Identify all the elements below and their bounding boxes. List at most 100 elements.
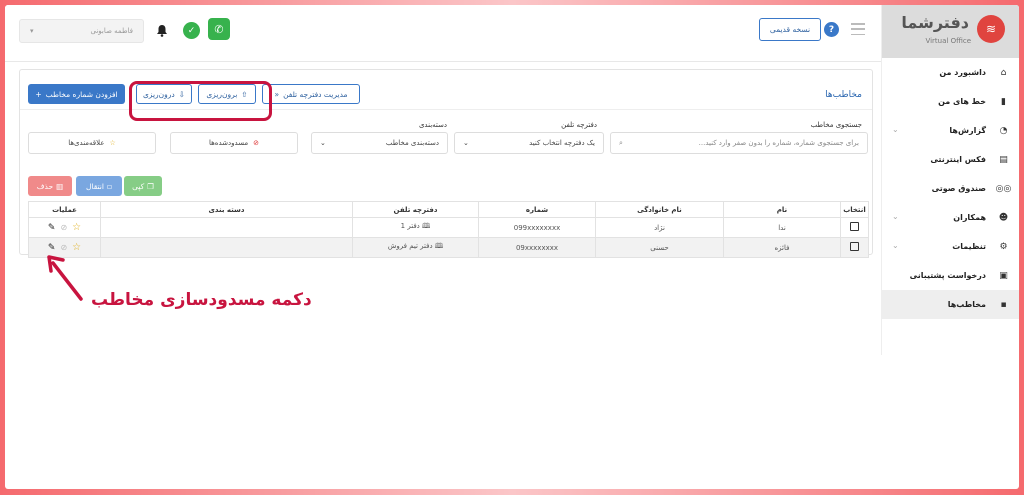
row-checkbox-cell (840, 237, 869, 258)
number-cell: 099xxxxxxxx (478, 217, 596, 238)
phonebook-select[interactable]: یک دفترچه انتخاب کنید ⌄ (454, 132, 604, 154)
star-icon: ☆ (109, 139, 116, 147)
bell-icon[interactable] (155, 23, 169, 37)
voicemail-icon: ◎◎ (995, 183, 1012, 194)
logo-text: دفترشما (901, 13, 969, 32)
phonebook-cell: 🕮 دفتر تیم فروش (352, 237, 479, 258)
contacts-table: انتخاب نام نام خانوادگی شماره دفترچه تلف… (28, 201, 869, 258)
edit-icon[interactable]: ✎ (48, 223, 56, 233)
chevron-down-icon: ⌄ (463, 139, 469, 147)
sidebar-item-reports[interactable]: ⌄ گزارش‌ها ◔ (882, 116, 1019, 145)
column-header: عملیات (28, 201, 101, 218)
move-label: انتقال (85, 181, 104, 191)
column-header[interactable]: نام (723, 201, 841, 218)
category-label: دسته‌بندی (418, 121, 447, 129)
block-icon[interactable]: ⊘ (60, 223, 67, 232)
manage-phonebook-label: مدیریت دفترچه تلفن (283, 89, 348, 99)
phonebook-cell: 🕮 دفتر 1 (352, 217, 479, 238)
sidebar-item-voicemail[interactable]: صندوق صوتی ◎◎ (882, 174, 1019, 203)
top-header: فاطمه صابونی ▾ ✓ ✆ نسخه قدیمی ? (5, 5, 881, 62)
delete-button[interactable]: حذف ▥ (28, 176, 72, 196)
favorite-star-icon[interactable]: ☆ (72, 222, 81, 233)
app-frame: فاطمه صابونی ▾ ✓ ✆ نسخه قدیمی ? دفترشما … (5, 5, 1019, 489)
manage-phonebook-button[interactable]: » مدیریت دفترچه تلفن (262, 84, 360, 104)
sidebar-item-label: خط های من (938, 97, 986, 106)
edit-icon[interactable]: ✎ (48, 243, 56, 253)
copy-button[interactable]: کپی ❐ (124, 176, 162, 196)
move-icon: ▫ (106, 181, 113, 191)
chevron-down-icon: ⌄ (320, 139, 326, 147)
sidebar-item-fax[interactable]: فکس اینترنتی ▤ (882, 145, 1019, 174)
annotation-label: دکمه مسدودسازی مخاطب (91, 290, 312, 310)
sidebar-item-contacts[interactable]: مخاطب‌ها ▪ (882, 290, 1019, 319)
chevron-down-icon: ⌄ (892, 125, 899, 134)
user-menu[interactable]: فاطمه صابونی ▾ (19, 19, 144, 43)
row-checkbox[interactable] (850, 242, 859, 251)
sidebar-item-label: داشبورد من (939, 68, 986, 77)
contact-icon: ▪ (1000, 299, 1007, 310)
ticket-icon: ▣ (999, 270, 1008, 281)
add-contact-label: افزودن شماره مخاطب (45, 89, 118, 99)
first-name-cell: ندا (723, 217, 841, 238)
row-checkbox[interactable] (850, 222, 859, 231)
chevron-down-icon: ⌄ (892, 241, 899, 250)
panel-header: مخاطب‌ها + افزودن شماره مخاطب درون‌ریزی … (20, 76, 872, 121)
blocked-filter-label: مسدودشده‌ها (208, 139, 249, 147)
column-header[interactable]: دفترچه تلفن (352, 201, 479, 218)
search-label: جستجوی مخاطب (810, 121, 862, 129)
annotation-highlight-box (129, 81, 272, 121)
sidebar-item-support[interactable]: درخواست پشتیبانی ▣ (882, 261, 1019, 290)
home-icon: ⌂ (1000, 67, 1007, 78)
favorites-filter-label: علاقه‌مندی‌ها (68, 139, 105, 147)
help-icon[interactable]: ? (824, 22, 839, 37)
block-icon[interactable]: ⊘ (60, 243, 67, 252)
move-button[interactable]: انتقال ▫ (76, 176, 122, 196)
sidebar-item-lines[interactable]: خط های من ▮ (882, 87, 1019, 116)
logo-subtitle: Virtual Office (925, 37, 971, 45)
chevron-down-icon: ⌄ (892, 212, 899, 221)
sidebar-item-dashboard[interactable]: داشبورد من ⌂ (882, 58, 1019, 87)
ban-icon: ⊘ (253, 139, 260, 147)
book-icon: 🕮 (434, 242, 444, 250)
phonebook-select-value: یک دفترچه انتخاب کنید (529, 139, 595, 147)
sidebar-item-label: درخواست پشتیبانی (909, 271, 986, 280)
category-cell (100, 217, 353, 238)
last-name-cell: حسنی (595, 237, 724, 258)
table-row: فائزه حسنی 09xxxxxxxx 🕮 دفتر تیم فروش ✎ … (28, 237, 869, 258)
pie-chart-icon: ◔ (999, 125, 1008, 136)
sidebar-item-settings[interactable]: ⌄ تنظیمات ⚙ (882, 232, 1019, 261)
sidebar-item-colleagues[interactable]: ⌄ همکاران ☻ (882, 203, 1019, 232)
favorite-star-icon[interactable]: ☆ (72, 242, 81, 253)
sidebar-item-label: فکس اینترنتی (930, 155, 986, 164)
table-row: ندا نژاد 099xxxxxxxx 🕮 دفتر 1 ✎ ⊘ ☆ (28, 217, 869, 238)
sidebar-item-label: تنظیمات (952, 242, 986, 251)
favorites-filter-button[interactable]: ☆ علاقه‌مندی‌ها (28, 132, 156, 154)
category-select[interactable]: دسته‌بندی مخاطب ⌄ (311, 132, 448, 154)
sidebar: دفترشما Virtual Office ≋ داشبورد من ⌂ خط… (881, 5, 1019, 355)
logo-mark-icon: ≋ (977, 15, 1005, 43)
last-name-cell: نژاد (595, 217, 724, 238)
phonebook-label: دفترچه تلفن (561, 121, 597, 129)
blocked-filter-button[interactable]: ⊘ مسدودشده‌ها (170, 132, 298, 154)
menu-toggle-icon[interactable] (851, 23, 865, 35)
add-contact-button[interactable]: + افزودن شماره مخاطب (28, 84, 125, 104)
phonebook-name: دفتر 1 (400, 222, 420, 230)
category-select-value: دسته‌بندی مخاطب (385, 139, 439, 147)
verified-icon: ✓ (183, 22, 200, 39)
sidebar-item-label: صندوق صوتی (931, 184, 986, 193)
search-input[interactable]: برای جستجوی شماره، شماره را بدون صفر وار… (610, 132, 868, 154)
category-cell (100, 237, 353, 258)
old-version-button[interactable]: نسخه قدیمی (759, 18, 821, 41)
contacts-panel: مخاطب‌ها + افزودن شماره مخاطب درون‌ریزی … (19, 69, 873, 258)
copy-icon: ❐ (147, 181, 154, 191)
page-title: مخاطب‌ها (825, 90, 862, 100)
column-header[interactable]: نام خانوادگی (595, 201, 724, 218)
double-chevron-icon: » (274, 89, 280, 99)
column-header[interactable]: دسته بندی (100, 201, 353, 218)
phone-icon[interactable]: ✆ (208, 18, 230, 40)
first-name-cell: فائزه (723, 237, 841, 258)
column-header[interactable]: شماره (478, 201, 596, 218)
sidebar-item-label: مخاطب‌ها (947, 300, 986, 309)
sim-card-icon: ▮ (1001, 96, 1006, 107)
fax-icon: ▤ (999, 154, 1008, 165)
